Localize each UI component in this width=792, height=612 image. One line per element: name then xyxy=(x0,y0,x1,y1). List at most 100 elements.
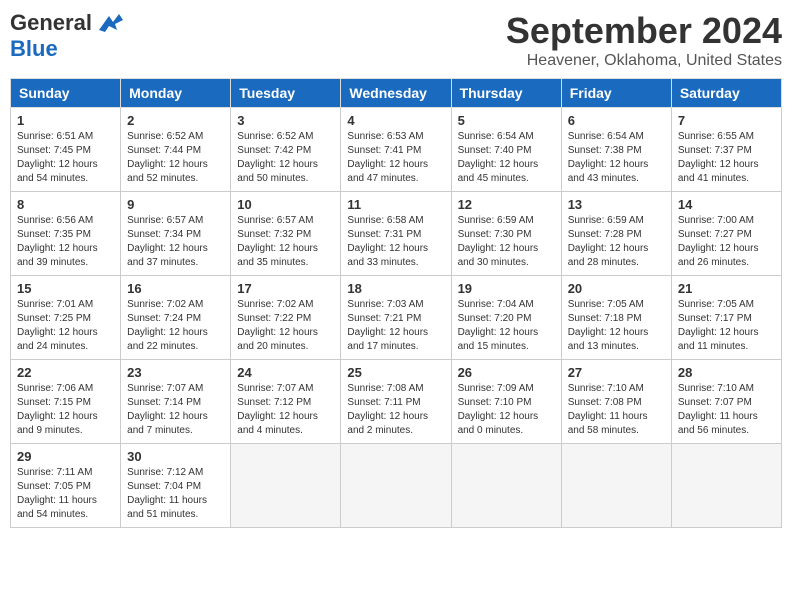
day-number: 13 xyxy=(568,197,665,212)
day-cell-30: 30 Sunrise: 7:12 AM Sunset: 7:04 PM Dayl… xyxy=(121,444,231,528)
calendar-week-5: 29 Sunrise: 7:11 AM Sunset: 7:05 PM Dayl… xyxy=(11,444,782,528)
day-number: 17 xyxy=(237,281,334,296)
day-cell-5: 5 Sunrise: 6:54 AM Sunset: 7:40 PM Dayli… xyxy=(451,108,561,192)
day-cell-7: 7 Sunrise: 6:55 AM Sunset: 7:37 PM Dayli… xyxy=(671,108,781,192)
logo-general-text: General xyxy=(10,10,92,36)
day-info: Sunrise: 7:10 AM Sunset: 7:08 PM Dayligh… xyxy=(568,382,665,438)
day-number: 26 xyxy=(458,365,555,380)
day-number: 22 xyxy=(17,365,114,380)
day-cell-19: 19 Sunrise: 7:04 AM Sunset: 7:20 PM Dayl… xyxy=(451,276,561,360)
day-number: 12 xyxy=(458,197,555,212)
day-number: 27 xyxy=(568,365,665,380)
day-number: 7 xyxy=(678,113,775,128)
day-number: 3 xyxy=(237,113,334,128)
day-cell-14: 14 Sunrise: 7:00 AM Sunset: 7:27 PM Dayl… xyxy=(671,192,781,276)
day-info: Sunrise: 7:03 AM Sunset: 7:21 PM Dayligh… xyxy=(347,298,444,354)
day-number: 4 xyxy=(347,113,444,128)
day-info: Sunrise: 7:09 AM Sunset: 7:10 PM Dayligh… xyxy=(458,382,555,438)
day-info: Sunrise: 6:52 AM Sunset: 7:44 PM Dayligh… xyxy=(127,130,224,186)
empty-cell xyxy=(671,444,781,528)
day-cell-13: 13 Sunrise: 6:59 AM Sunset: 7:28 PM Dayl… xyxy=(561,192,671,276)
day-number: 25 xyxy=(347,365,444,380)
day-number: 24 xyxy=(237,365,334,380)
day-number: 16 xyxy=(127,281,224,296)
day-number: 11 xyxy=(347,197,444,212)
logo-bird-icon xyxy=(95,12,123,34)
day-cell-28: 28 Sunrise: 7:10 AM Sunset: 7:07 PM Dayl… xyxy=(671,360,781,444)
day-cell-27: 27 Sunrise: 7:10 AM Sunset: 7:08 PM Dayl… xyxy=(561,360,671,444)
day-info: Sunrise: 6:57 AM Sunset: 7:34 PM Dayligh… xyxy=(127,214,224,270)
day-info: Sunrise: 6:57 AM Sunset: 7:32 PM Dayligh… xyxy=(237,214,334,270)
day-info: Sunrise: 6:51 AM Sunset: 7:45 PM Dayligh… xyxy=(17,130,114,186)
day-info: Sunrise: 6:55 AM Sunset: 7:37 PM Dayligh… xyxy=(678,130,775,186)
weekday-header-sunday: Sunday xyxy=(11,79,121,108)
day-number: 21 xyxy=(678,281,775,296)
month-title: September 2024 xyxy=(506,10,782,52)
day-info: Sunrise: 7:08 AM Sunset: 7:11 PM Dayligh… xyxy=(347,382,444,438)
day-number: 19 xyxy=(458,281,555,296)
day-number: 10 xyxy=(237,197,334,212)
day-cell-11: 11 Sunrise: 6:58 AM Sunset: 7:31 PM Dayl… xyxy=(341,192,451,276)
day-cell-3: 3 Sunrise: 6:52 AM Sunset: 7:42 PM Dayli… xyxy=(231,108,341,192)
calendar-week-3: 15 Sunrise: 7:01 AM Sunset: 7:25 PM Dayl… xyxy=(11,276,782,360)
calendar-header-row: SundayMondayTuesdayWednesdayThursdayFrid… xyxy=(11,79,782,108)
day-cell-23: 23 Sunrise: 7:07 AM Sunset: 7:14 PM Dayl… xyxy=(121,360,231,444)
day-number: 28 xyxy=(678,365,775,380)
day-cell-6: 6 Sunrise: 6:54 AM Sunset: 7:38 PM Dayli… xyxy=(561,108,671,192)
day-info: Sunrise: 7:01 AM Sunset: 7:25 PM Dayligh… xyxy=(17,298,114,354)
day-info: Sunrise: 6:54 AM Sunset: 7:38 PM Dayligh… xyxy=(568,130,665,186)
calendar: SundayMondayTuesdayWednesdayThursdayFrid… xyxy=(10,78,782,528)
day-number: 23 xyxy=(127,365,224,380)
calendar-body: 1 Sunrise: 6:51 AM Sunset: 7:45 PM Dayli… xyxy=(11,108,782,528)
day-cell-2: 2 Sunrise: 6:52 AM Sunset: 7:44 PM Dayli… xyxy=(121,108,231,192)
day-cell-16: 16 Sunrise: 7:02 AM Sunset: 7:24 PM Dayl… xyxy=(121,276,231,360)
day-number: 30 xyxy=(127,449,224,464)
day-number: 8 xyxy=(17,197,114,212)
day-number: 15 xyxy=(17,281,114,296)
day-cell-29: 29 Sunrise: 7:11 AM Sunset: 7:05 PM Dayl… xyxy=(11,444,121,528)
day-cell-4: 4 Sunrise: 6:53 AM Sunset: 7:41 PM Dayli… xyxy=(341,108,451,192)
day-cell-21: 21 Sunrise: 7:05 AM Sunset: 7:17 PM Dayl… xyxy=(671,276,781,360)
day-info: Sunrise: 7:10 AM Sunset: 7:07 PM Dayligh… xyxy=(678,382,775,438)
day-cell-9: 9 Sunrise: 6:57 AM Sunset: 7:34 PM Dayli… xyxy=(121,192,231,276)
weekday-header-friday: Friday xyxy=(561,79,671,108)
day-info: Sunrise: 6:53 AM Sunset: 7:41 PM Dayligh… xyxy=(347,130,444,186)
day-info: Sunrise: 6:59 AM Sunset: 7:30 PM Dayligh… xyxy=(458,214,555,270)
day-number: 9 xyxy=(127,197,224,212)
day-info: Sunrise: 7:11 AM Sunset: 7:05 PM Dayligh… xyxy=(17,466,114,522)
day-number: 18 xyxy=(347,281,444,296)
day-info: Sunrise: 6:52 AM Sunset: 7:42 PM Dayligh… xyxy=(237,130,334,186)
title-area: September 2024 Heavener, Oklahoma, Unite… xyxy=(506,10,782,70)
day-number: 5 xyxy=(458,113,555,128)
weekday-header-thursday: Thursday xyxy=(451,79,561,108)
day-info: Sunrise: 6:59 AM Sunset: 7:28 PM Dayligh… xyxy=(568,214,665,270)
calendar-week-1: 1 Sunrise: 6:51 AM Sunset: 7:45 PM Dayli… xyxy=(11,108,782,192)
empty-cell xyxy=(341,444,451,528)
day-info: Sunrise: 7:02 AM Sunset: 7:24 PM Dayligh… xyxy=(127,298,224,354)
weekday-header-saturday: Saturday xyxy=(671,79,781,108)
day-cell-25: 25 Sunrise: 7:08 AM Sunset: 7:11 PM Dayl… xyxy=(341,360,451,444)
day-info: Sunrise: 6:56 AM Sunset: 7:35 PM Dayligh… xyxy=(17,214,114,270)
day-info: Sunrise: 7:07 AM Sunset: 7:14 PM Dayligh… xyxy=(127,382,224,438)
empty-cell xyxy=(451,444,561,528)
day-number: 14 xyxy=(678,197,775,212)
day-number: 20 xyxy=(568,281,665,296)
location-title: Heavener, Oklahoma, United States xyxy=(506,52,782,70)
empty-cell xyxy=(231,444,341,528)
day-cell-8: 8 Sunrise: 6:56 AM Sunset: 7:35 PM Dayli… xyxy=(11,192,121,276)
day-cell-15: 15 Sunrise: 7:01 AM Sunset: 7:25 PM Dayl… xyxy=(11,276,121,360)
day-cell-12: 12 Sunrise: 6:59 AM Sunset: 7:30 PM Dayl… xyxy=(451,192,561,276)
day-cell-18: 18 Sunrise: 7:03 AM Sunset: 7:21 PM Dayl… xyxy=(341,276,451,360)
day-number: 2 xyxy=(127,113,224,128)
weekday-header-tuesday: Tuesday xyxy=(231,79,341,108)
day-cell-20: 20 Sunrise: 7:05 AM Sunset: 7:18 PM Dayl… xyxy=(561,276,671,360)
day-cell-22: 22 Sunrise: 7:06 AM Sunset: 7:15 PM Dayl… xyxy=(11,360,121,444)
day-info: Sunrise: 7:05 AM Sunset: 7:18 PM Dayligh… xyxy=(568,298,665,354)
day-info: Sunrise: 7:02 AM Sunset: 7:22 PM Dayligh… xyxy=(237,298,334,354)
day-info: Sunrise: 7:06 AM Sunset: 7:15 PM Dayligh… xyxy=(17,382,114,438)
day-info: Sunrise: 7:12 AM Sunset: 7:04 PM Dayligh… xyxy=(127,466,224,522)
day-number: 6 xyxy=(568,113,665,128)
day-info: Sunrise: 7:05 AM Sunset: 7:17 PM Dayligh… xyxy=(678,298,775,354)
logo-blue-text: Blue xyxy=(10,36,58,61)
day-cell-17: 17 Sunrise: 7:02 AM Sunset: 7:22 PM Dayl… xyxy=(231,276,341,360)
